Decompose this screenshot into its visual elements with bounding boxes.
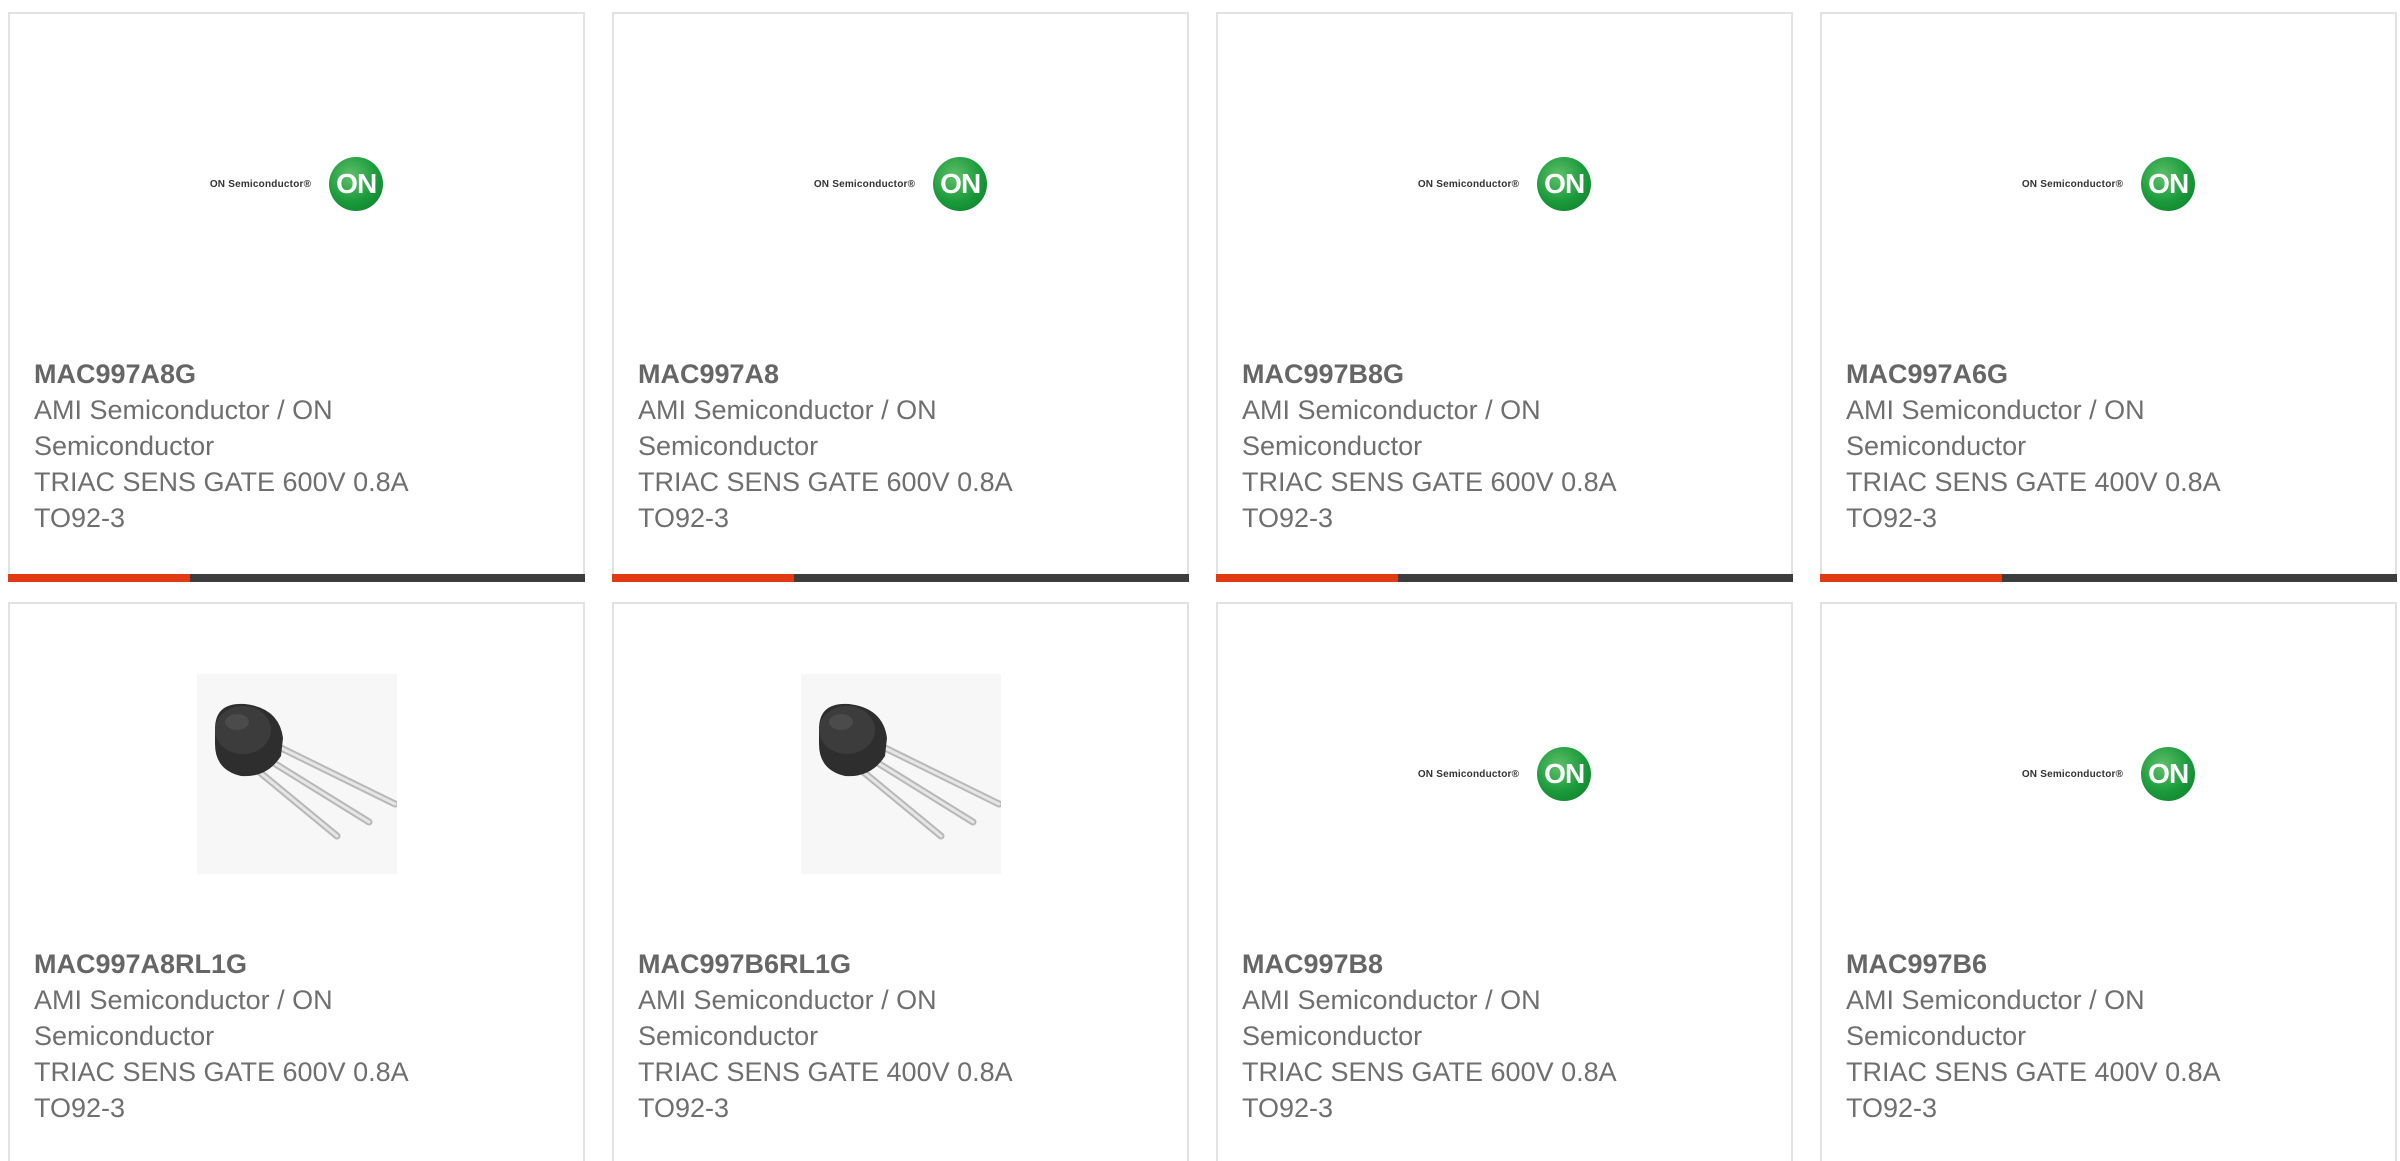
logo-wordmark: ON Semiconductor®	[1417, 178, 1520, 190]
product-image[interactable]: ON Semiconductor® ON	[1218, 14, 1791, 354]
manufacturer-name: AMI Semiconductor / ON Semiconductor	[34, 985, 333, 1051]
product-description: TRIAC SENS GATE 600V 0.8A TO92-3	[34, 467, 408, 533]
product-image[interactable]: ON Semiconductor® ON	[1822, 604, 2395, 944]
logo-wordmark: ON Semiconductor®	[813, 178, 916, 190]
on-semiconductor-logo: ON Semiconductor® ON	[813, 157, 988, 211]
card-accent-bar	[1216, 574, 1398, 582]
product-card[interactable]: ON Semiconductor® ON MAC997A8G AMI Semic…	[8, 12, 585, 582]
manufacturer-name: AMI Semiconductor / ON Semiconductor	[1242, 985, 1541, 1051]
product-image[interactable]	[10, 604, 583, 944]
on-semiconductor-logo: ON Semiconductor® ON	[1417, 747, 1592, 801]
card-bottom-bar	[8, 574, 585, 582]
product-description: TRIAC SENS GATE 600V 0.8A TO92-3	[638, 467, 1012, 533]
on-semiconductor-logo: ON Semiconductor® ON	[209, 157, 384, 211]
logo-wordmark: ON Semiconductor®	[1417, 768, 1520, 780]
product-card[interactable]: ON Semiconductor® ON MAC997B8 AMI Semico…	[1216, 602, 1793, 1161]
part-number-link[interactable]: MAC997A8G	[34, 356, 563, 392]
card-bottom-bar	[1216, 574, 1793, 582]
manufacturer-name: AMI Semiconductor / ON Semiconductor	[34, 395, 333, 461]
on-semiconductor-logo: ON Semiconductor® ON	[2021, 747, 2196, 801]
on-badge-icon: ON	[1537, 157, 1592, 211]
on-badge-icon: ON	[329, 157, 384, 211]
on-badge-icon: ON	[933, 157, 988, 211]
logo-wordmark: ON Semiconductor®	[2021, 178, 2124, 190]
card-accent-bar	[8, 574, 190, 582]
part-number-link[interactable]: MAC997B6RL1G	[638, 946, 1167, 982]
card-bottom-bar	[1820, 574, 2397, 582]
product-image[interactable]	[614, 604, 1187, 944]
part-number-link[interactable]: MAC997B8G	[1242, 356, 1771, 392]
on-badge-icon: ON	[2141, 157, 2196, 211]
manufacturer-name: AMI Semiconductor / ON Semiconductor	[1242, 395, 1541, 461]
card-accent-bar	[612, 574, 794, 582]
product-image[interactable]: ON Semiconductor® ON	[614, 14, 1187, 354]
to92-transistor-icon	[196, 674, 397, 874]
product-description: TRIAC SENS GATE 600V 0.8A TO92-3	[34, 1057, 408, 1123]
on-semiconductor-logo: ON Semiconductor® ON	[2021, 157, 2196, 211]
part-number-link[interactable]: MAC997A6G	[1846, 356, 2375, 392]
product-description: TRIAC SENS GATE 400V 0.8A TO92-3	[1846, 467, 2220, 533]
logo-wordmark: ON Semiconductor®	[2021, 768, 2124, 780]
to92-transistor-icon	[800, 674, 1001, 874]
part-number-link[interactable]: MAC997B8	[1242, 946, 1771, 982]
product-description: TRIAC SENS GATE 400V 0.8A TO92-3	[1846, 1057, 2220, 1123]
part-number-link[interactable]: MAC997A8RL1G	[34, 946, 563, 982]
part-number-link[interactable]: MAC997A8	[638, 356, 1167, 392]
product-description: TRIAC SENS GATE 400V 0.8A TO92-3	[638, 1057, 1012, 1123]
on-badge-icon: ON	[2141, 747, 2196, 801]
manufacturer-name: AMI Semiconductor / ON Semiconductor	[1846, 395, 2145, 461]
product-card[interactable]: ON Semiconductor® ON MAC997A8 AMI Semico…	[612, 12, 1189, 582]
part-number-link[interactable]: MAC997B6	[1846, 946, 2375, 982]
product-image[interactable]: ON Semiconductor® ON	[10, 14, 583, 354]
product-description: TRIAC SENS GATE 600V 0.8A TO92-3	[1242, 1057, 1616, 1123]
product-card[interactable]: MAC997A8RL1G AMI Semiconductor / ON Semi…	[8, 602, 585, 1161]
manufacturer-name: AMI Semiconductor / ON Semiconductor	[638, 395, 937, 461]
product-image[interactable]: ON Semiconductor® ON	[1822, 14, 2395, 354]
product-card[interactable]: ON Semiconductor® ON MAC997A6G AMI Semic…	[1820, 12, 2397, 582]
product-card[interactable]: ON Semiconductor® ON MAC997B6 AMI Semico…	[1820, 602, 2397, 1161]
card-bottom-bar	[612, 574, 1189, 582]
manufacturer-name: AMI Semiconductor / ON Semiconductor	[638, 985, 937, 1051]
manufacturer-name: AMI Semiconductor / ON Semiconductor	[1846, 985, 2145, 1051]
product-card[interactable]: MAC997B6RL1G AMI Semiconductor / ON Semi…	[612, 602, 1189, 1161]
on-semiconductor-logo: ON Semiconductor® ON	[1417, 157, 1592, 211]
product-card[interactable]: ON Semiconductor® ON MAC997B8G AMI Semic…	[1216, 12, 1793, 582]
product-description: TRIAC SENS GATE 600V 0.8A TO92-3	[1242, 467, 1616, 533]
product-image[interactable]: ON Semiconductor® ON	[1218, 604, 1791, 944]
logo-wordmark: ON Semiconductor®	[209, 178, 312, 190]
on-badge-icon: ON	[1537, 747, 1592, 801]
card-accent-bar	[1820, 574, 2002, 582]
